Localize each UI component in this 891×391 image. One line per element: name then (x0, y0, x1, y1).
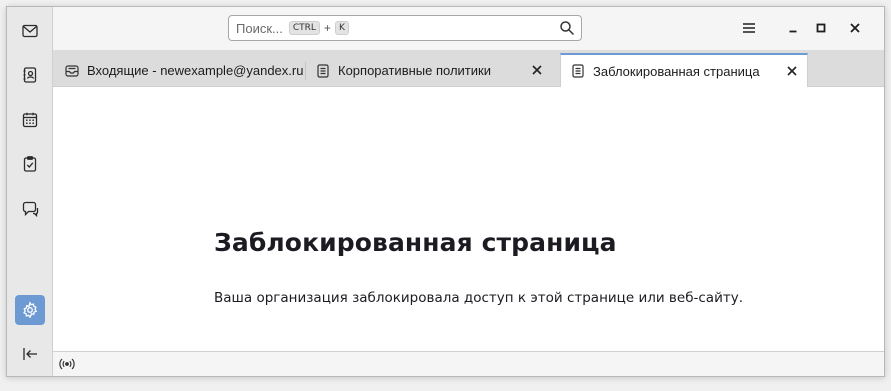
calendar-icon[interactable] (15, 105, 45, 135)
search-input[interactable]: Поиск... CTRL + K (228, 15, 582, 41)
search-placeholder: Поиск... (236, 20, 283, 36)
tab-label: Входящие - newexample@yandex.ru (87, 63, 304, 78)
tab-corporate-policies[interactable]: Корпоративные политики (306, 54, 552, 87)
page-content: Заблокированная страница Ваша организаци… (53, 87, 884, 353)
tab-inbox[interactable]: Входящие - newexample@yandex.ru (55, 54, 303, 87)
page-description: Ваша организация заблокировала доступ к … (214, 290, 743, 306)
close-tab-icon[interactable] (530, 63, 544, 77)
chat-icon[interactable] (15, 194, 45, 224)
tab-bar: Входящие - newexample@yandex.ru Корпорат… (53, 50, 884, 87)
page-icon (572, 64, 584, 78)
inbox-icon (65, 64, 79, 77)
online-status-icon[interactable] (59, 357, 75, 371)
maximize-icon (816, 23, 826, 33)
tasks-icon[interactable] (15, 149, 45, 179)
page-title: Заблокированная страница (214, 228, 617, 257)
maximize-button[interactable] (812, 19, 830, 37)
settings-gear-icon[interactable] (15, 295, 45, 325)
close-icon (850, 23, 860, 33)
app-window: Поиск... CTRL + K Входящие - newexample@… (6, 6, 885, 377)
tab-label: Корпоративные политики (338, 63, 491, 78)
address-book-icon[interactable] (15, 60, 45, 90)
tab-label: Заблокированная страница (593, 63, 760, 79)
shortcut-key-ctrl: CTRL (288, 21, 320, 35)
shortcut-key-k: K (334, 21, 349, 35)
close-window-button[interactable] (846, 19, 864, 37)
status-bar (53, 351, 884, 376)
hamburger-menu-icon (743, 23, 755, 33)
minimize-button[interactable] (784, 19, 802, 37)
search-icon[interactable] (559, 20, 575, 36)
app-menu-button[interactable] (740, 19, 758, 37)
spaces-toolbar (7, 7, 53, 376)
page-icon (317, 63, 329, 78)
close-tab-icon[interactable] (785, 64, 799, 78)
minimize-icon (789, 30, 797, 33)
title-bar: Поиск... CTRL + K (53, 7, 884, 50)
mail-icon[interactable] (15, 16, 45, 46)
shortcut-plus: + (323, 21, 331, 35)
tab-blocked-page[interactable]: Заблокированная страница (560, 53, 808, 87)
collapse-left-icon[interactable] (15, 339, 45, 369)
